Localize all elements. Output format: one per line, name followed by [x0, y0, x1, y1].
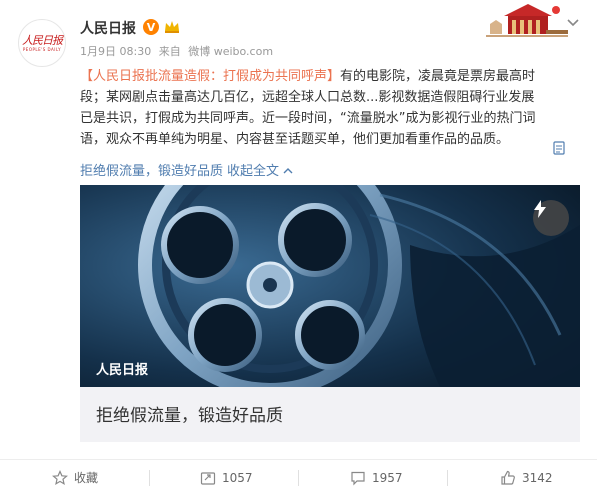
post-text: 【人民日报批流量造假：打假成为共同呼声】有的电影院，凌晨竟是票房最高时 段；某网…	[80, 66, 580, 150]
repost-count: 1057	[222, 470, 253, 485]
comment-button[interactable]: 1957	[350, 460, 403, 495]
repost-icon	[200, 471, 216, 485]
post-text-line: 语，观众不再单纯为明星、内容甚至话题买单，他们更加看重作品的品质。	[80, 132, 510, 147]
avatar-logo: 人民日报	[22, 33, 63, 47]
action-bar: 收藏 1057 1957 3142	[0, 459, 597, 495]
repost-button[interactable]: 1057	[200, 460, 253, 495]
like-count: 3142	[522, 470, 553, 485]
card-title: 拒绝假流量，锻造好品质	[96, 406, 283, 426]
thumbs-up-icon	[501, 470, 515, 485]
note-icon[interactable]	[553, 140, 565, 155]
like-button[interactable]: 3142	[500, 460, 553, 495]
collapse-row: 拒绝假流量，锻造好品质 收起全文	[80, 160, 297, 179]
favorite-label: 收藏	[74, 471, 99, 485]
image-brand-label: 人民日报	[96, 363, 149, 378]
header-decoration-image	[486, 0, 568, 40]
comment-count: 1957	[372, 470, 403, 485]
post-text-line: 段；某网剧点击量高达几百亿，远超全球人口总数...影视数据造假阻碍行业发展	[80, 90, 535, 105]
post-header: 人民日报 PEOPLE'S DAILY 人民日报 V 1月9日 08:30 来自…	[0, 0, 597, 67]
avatar[interactable]: 人民日报 PEOPLE'S DAILY	[18, 19, 66, 67]
star-icon	[52, 469, 68, 485]
quote-link[interactable]: 拒绝假流量，锻造好品质	[80, 164, 223, 179]
media-card[interactable]: 人民日报 拒绝假流量，锻造好品质	[80, 185, 580, 442]
verified-badge-icon: V	[143, 19, 159, 35]
action-divider	[298, 470, 299, 486]
post-text-line: 已是共识，打假成为共同呼声。近一段时间，“流量脱水”成为影视行业的热门词	[80, 111, 536, 126]
post-meta: 1月9日 08:30 来自 微博 weibo.com	[80, 43, 277, 59]
source-prefix: 来自	[158, 45, 181, 58]
action-divider	[447, 470, 448, 486]
vip-crown-icon	[163, 19, 181, 35]
post-source[interactable]: 微博 weibo.com	[188, 45, 273, 58]
collapse-link[interactable]: 收起全文	[227, 164, 279, 179]
avatar-logo-sub: PEOPLE'S DAILY	[22, 46, 62, 52]
topic-link[interactable]: 【人民日报批流量造假：打假成为共同呼声】	[80, 69, 340, 84]
post-text-line: 【人民日报批流量造假：打假成为共同呼声】有的电影院，凌晨竟是票房最高时	[80, 66, 580, 87]
lightning-icon[interactable]	[533, 200, 569, 236]
film-reel-image[interactable]: 人民日报	[80, 185, 580, 387]
author-name[interactable]: 人民日报	[80, 18, 136, 38]
post-text-segment: 有的电影院，凌晨竟是票房最高时	[340, 69, 536, 84]
card-caption[interactable]: 拒绝假流量，锻造好品质	[80, 387, 580, 442]
post-date[interactable]: 1月9日 08:30	[80, 45, 151, 58]
action-divider	[149, 470, 150, 486]
chevron-down-icon[interactable]	[566, 14, 580, 28]
comment-icon	[351, 471, 365, 485]
collapse-chevron-icon[interactable]	[283, 164, 293, 179]
favorite-button[interactable]: 收藏	[52, 460, 98, 495]
